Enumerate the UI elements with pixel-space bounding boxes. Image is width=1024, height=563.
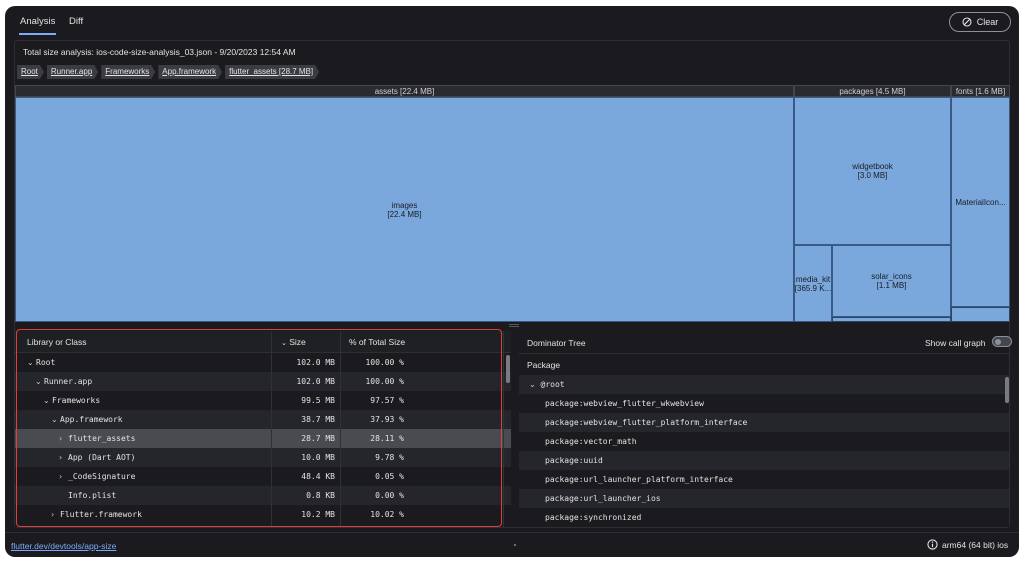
dominator-tree: Dominator Tree Show call graph Package ⌄… xyxy=(519,331,1012,527)
treemap-cell-solar-icons[interactable]: solar_icons [1.1 MB] xyxy=(832,245,951,317)
tab-analysis[interactable]: Analysis xyxy=(18,16,57,35)
list-item[interactable]: package:url_launcher_platform_interface xyxy=(519,470,1009,489)
call-graph-toggle[interactable] xyxy=(992,336,1012,347)
list-item[interactable]: package:synchronized xyxy=(519,508,1009,527)
docs-link[interactable]: flutter.dev/devtools/app-size xyxy=(11,541,116,551)
list-item[interactable]: package:webview_flutter_wkwebview xyxy=(519,394,1009,413)
arch-info: arm64 (64 bit) ios xyxy=(927,539,1008,550)
analysis-summary: Total size analysis: ios-code-size-analy… xyxy=(23,47,296,57)
treemap-cell-size: [22.4 MB] xyxy=(387,209,422,219)
tab-diff[interactable]: Diff xyxy=(69,16,83,27)
block-icon xyxy=(962,17,972,27)
treemap-header-assets[interactable]: assets [22.4 MB] xyxy=(15,85,794,97)
status-dot xyxy=(514,544,516,546)
treemap-cell-name: MaterialIcon... xyxy=(955,197,1006,207)
breadcrumb-flutter-assets[interactable]: flutter_assets [28.7 MB] xyxy=(225,65,319,79)
info-icon xyxy=(927,539,938,550)
selection-highlight xyxy=(16,329,502,527)
treemap-cell-small-font[interactable] xyxy=(951,307,1010,322)
column-divider xyxy=(503,331,504,527)
treemap-cell-name: media_kit xyxy=(795,274,831,284)
dominator-title: Dominator Tree xyxy=(527,338,586,348)
treemap-cell-size: [3.0 MB] xyxy=(857,171,888,180)
breadcrumb-app-framework[interactable]: App.framework xyxy=(158,65,222,79)
treemap-cell-widgetbook[interactable]: widgetbook [3.0 MB] xyxy=(794,97,951,245)
arch-label: arm64 (64 bit) ios xyxy=(942,539,1009,550)
breadcrumb-frameworks[interactable]: Frameworks xyxy=(101,65,155,79)
devtools-window: Analysis Diff Clear Total size analysis:… xyxy=(5,6,1019,557)
breadcrumb-root[interactable]: Root xyxy=(17,65,44,79)
row-name: @root xyxy=(540,380,565,389)
list-item[interactable]: ⌄ @root xyxy=(519,375,1009,394)
call-graph-label: Show call graph xyxy=(925,338,986,348)
treemap-cell-small-package[interactable] xyxy=(832,317,951,322)
breadcrumb-runner-app[interactable]: Runner.app xyxy=(47,65,98,79)
treemap-cell-material-icons[interactable]: MaterialIcon... xyxy=(951,97,1010,307)
breadcrumb: Root Runner.app Frameworks App.framework… xyxy=(15,65,322,81)
treemap-header-packages[interactable]: packages [4.5 MB] xyxy=(794,85,951,97)
treemap-cell-size: [1.1 MB] xyxy=(876,281,907,290)
library-scrollbar[interactable] xyxy=(506,355,510,383)
treemap-cell-media-kit[interactable]: media_kit [365.9 K... xyxy=(794,245,832,322)
clear-button[interactable]: Clear xyxy=(949,12,1011,32)
list-item[interactable]: package:uuid xyxy=(519,451,1009,470)
top-bar: Analysis Diff Clear xyxy=(5,6,1019,38)
package-column-header[interactable]: Package xyxy=(519,353,1009,375)
clear-label: Clear xyxy=(976,17,999,27)
list-item[interactable]: package:vector_math xyxy=(519,432,1009,451)
list-item[interactable]: package:url_launcher_ios xyxy=(519,489,1009,508)
chevron-down-icon[interactable]: ⌄ xyxy=(529,380,536,389)
dominator-scrollbar[interactable] xyxy=(1005,377,1009,403)
split-handle[interactable] xyxy=(509,324,519,327)
treemap-cell-name: images xyxy=(391,200,418,210)
treemap-cell-images[interactable]: images [22.4 MB] xyxy=(15,97,794,322)
treemap-cell-size: [365.9 K... xyxy=(794,283,832,293)
status-bar: flutter.dev/devtools/app-size arm64 (64 … xyxy=(5,532,1019,557)
treemap-cell-name: widgetbook xyxy=(852,162,893,171)
treemap: assets [22.4 MB] packages [4.5 MB] fonts… xyxy=(15,85,1010,322)
treemap-cell-name: solar_icons xyxy=(871,272,912,281)
treemap-header-fonts[interactable]: fonts [1.6 MB] xyxy=(951,85,1010,97)
list-item[interactable]: package:webview_flutter_platform_interfa… xyxy=(519,413,1009,432)
